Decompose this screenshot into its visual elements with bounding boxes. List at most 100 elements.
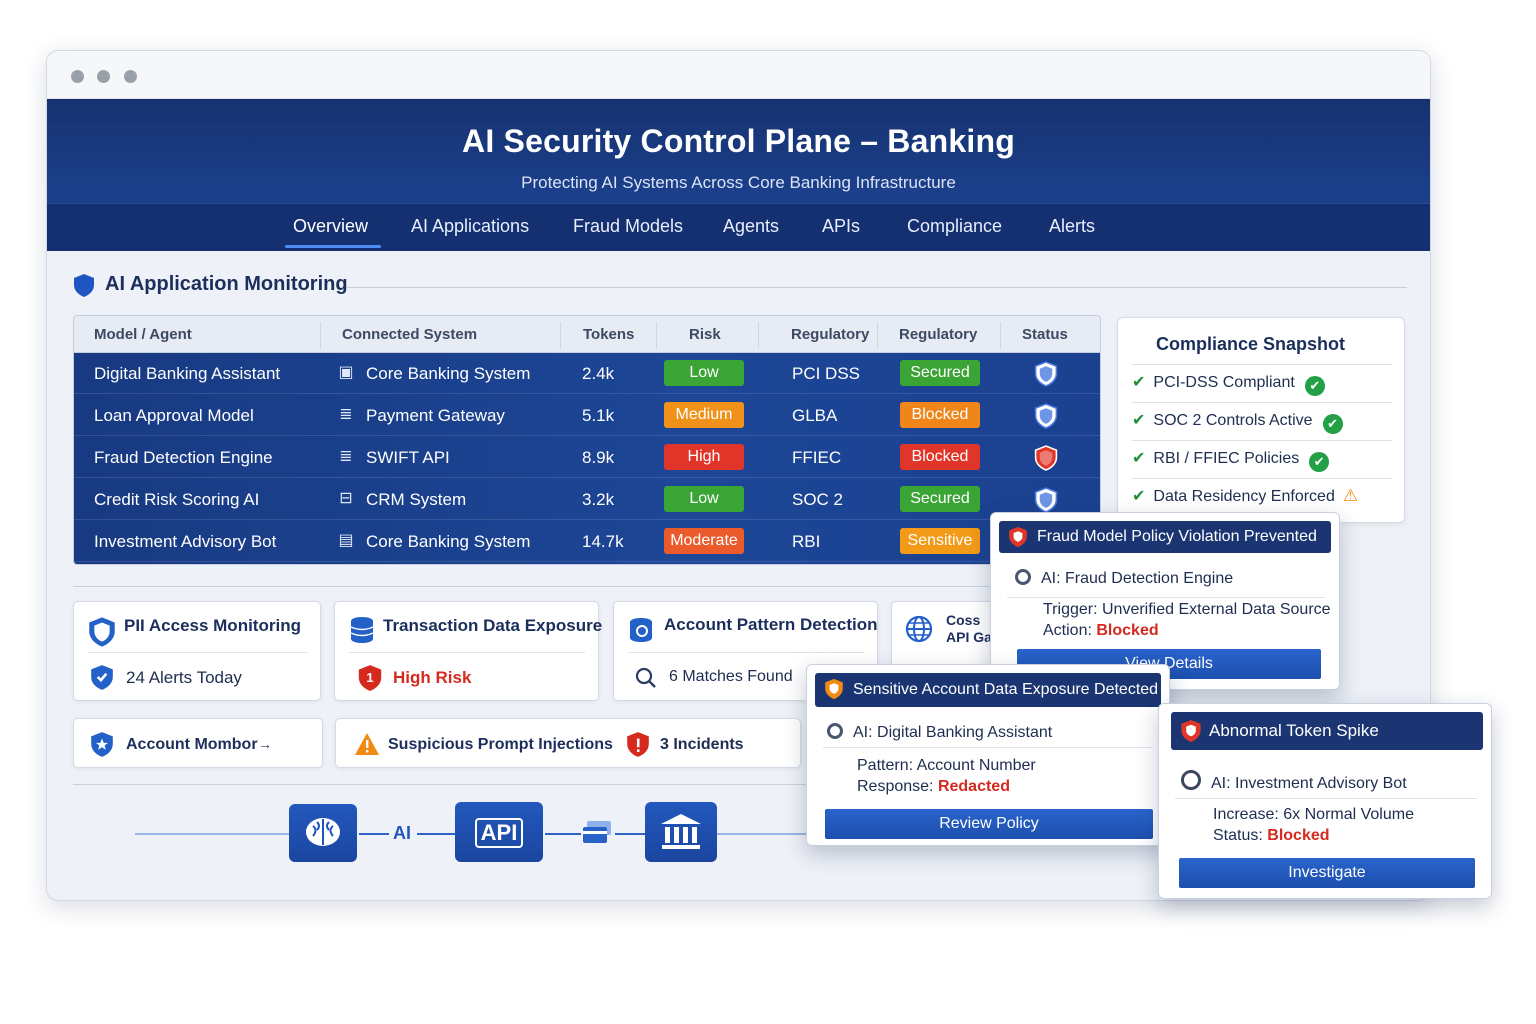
risk-badge: Low: [664, 360, 744, 386]
regulatory-status-badge: Blocked: [900, 402, 980, 428]
check-icon: ✔: [1132, 488, 1146, 505]
popup-ai-line: AI: Investment Advisory Bot: [1181, 770, 1407, 793]
table-row[interactable]: Investment Advisory Bot ▤ Core Banking Sys…: [74, 521, 1100, 562]
page-subtitle: Protecting AI Systems Across Core Bankin…: [521, 173, 956, 192]
token-count: 3.2k: [582, 490, 615, 509]
table-row[interactable]: Fraud Detection Engine ≣ SWIFT API 8.9k High…: [74, 437, 1100, 478]
flow-ai-label: AI: [393, 823, 411, 843]
ai-name: Investment Advisory Bot: [1235, 775, 1407, 792]
compliance-title: Compliance Snapshot: [1156, 334, 1346, 354]
window-close-dot[interactable]: [71, 70, 84, 83]
compliance-divider: [1132, 402, 1392, 403]
tab-overview[interactable]: Overview: [293, 216, 368, 237]
target-icon: [1181, 770, 1201, 790]
investigate-button[interactable]: Investigate: [1179, 858, 1475, 888]
transaction-exposure-card[interactable]: Transaction Data Exposure 1 High Risk: [334, 601, 603, 701]
shield-alert-icon[interactable]: [1034, 445, 1058, 471]
trigger-value: Unverified External Data Source: [1101, 601, 1331, 618]
ai-brain-node[interactable]: [289, 804, 357, 862]
col-status[interactable]: Status: [1022, 326, 1068, 343]
pii-access-card[interactable]: PII Access Monitoring 24 Alerts Today: [73, 601, 321, 701]
tab-fraud-models[interactable]: Fraud Models: [573, 216, 683, 237]
tab-ai-applications[interactable]: AI Applications: [411, 216, 529, 237]
popup-title: Sensitive Account Data Exposure Detected: [853, 681, 1159, 698]
prompt-card-value: 3 Incidents: [660, 736, 744, 753]
popup-pattern-line: Pattern: Account Number: [857, 757, 1036, 775]
transaction-card-title: Transaction Data Exposure: [383, 616, 603, 635]
token-count: 5.1k: [582, 406, 615, 425]
tab-agents[interactable]: Agents: [723, 216, 779, 237]
tab-apis[interactable]: APIs: [822, 216, 860, 237]
token-count: 14.7k: [582, 532, 624, 551]
regulatory-status-badge: Secured: [900, 486, 980, 512]
monitor-icon: ▣: [338, 364, 354, 381]
shield-check-icon: [91, 665, 113, 690]
regulatory-status-badge: Sensitive: [900, 528, 980, 554]
section-divider: [347, 287, 1407, 288]
popup-increase-line: Increase: 6x Normal Volume: [1213, 806, 1414, 824]
database-icon: ≣: [339, 448, 353, 465]
window-maximize-dot[interactable]: [124, 70, 137, 83]
target-icon: [1015, 569, 1031, 585]
connected-system: SWIFT API: [366, 448, 450, 467]
col-separator: [560, 322, 561, 348]
col-system[interactable]: Connected System: [342, 326, 477, 343]
pii-card-value: 24 Alerts Today: [126, 668, 242, 687]
tab-compliance[interactable]: Compliance: [907, 216, 1002, 237]
shield-check-icon[interactable]: [1034, 361, 1058, 387]
token-count: 2.4k: [582, 364, 615, 383]
increase-label: Increase:: [1213, 806, 1279, 823]
tab-alerts[interactable]: Alerts: [1049, 216, 1095, 237]
col-tokens[interactable]: Tokens: [583, 326, 634, 343]
flow-line: [717, 833, 809, 835]
pii-card-title: PII Access Monitoring: [124, 616, 301, 635]
col-regulatory[interactable]: Regulatory: [791, 326, 869, 343]
shield-alert-icon: [627, 732, 649, 757]
shield-icon: [89, 617, 115, 647]
active-tab-indicator: [285, 245, 381, 248]
table-row[interactable]: Credit Risk Scoring AI ⊟ CRM System 3.2k Low…: [74, 479, 1100, 520]
col-model[interactable]: Model / Agent: [94, 326, 192, 343]
popup-header: Abnormal Token Spike: [1171, 712, 1483, 750]
shield-alert-icon: [1009, 526, 1027, 548]
review-policy-button[interactable]: Review Policy: [825, 809, 1153, 839]
ai-prefix: AI:: [1211, 775, 1231, 792]
main-nav: Overview AI Applications Fraud Models Ag…: [47, 203, 1430, 251]
id-card-icon: ▤: [338, 532, 354, 549]
response-label: Response:: [857, 778, 934, 795]
page-title: AI Security Control Plane – Banking: [462, 123, 1015, 159]
app-header: AI Security Control Plane – Banking Prot…: [47, 99, 1430, 251]
prompt-injection-card[interactable]: Suspicious Prompt Injections 3 Incidents: [335, 718, 801, 768]
window-minimize-dot[interactable]: [97, 70, 110, 83]
risk-badge: Low: [664, 486, 744, 512]
bank-node[interactable]: [645, 802, 717, 862]
database-scan-icon: [630, 618, 652, 642]
response-value: Redacted: [937, 778, 1010, 795]
arrow-right-icon[interactable]: →: [258, 736, 272, 752]
monitoring-table: Model / Agent Connected System Tokens Ri…: [73, 315, 1101, 565]
sensitive-exposure-popup[interactable]: Sensitive Account Data Exposure Detected…: [806, 664, 1170, 846]
flow-arrow: [417, 833, 455, 835]
account-card-title: Account Mombor: [126, 736, 258, 753]
brain-icon: [306, 818, 340, 846]
status-value: Blocked: [1267, 827, 1330, 844]
shield-alert-icon: [1181, 719, 1201, 743]
risk-count-badge: 1: [366, 670, 374, 685]
table-row[interactable]: Digital Banking Assistant ▣ Core Banking S…: [74, 353, 1100, 394]
ai-name: Digital Banking Assistant: [877, 724, 1053, 741]
col-regulatory-status[interactable]: Regulatory: [899, 326, 977, 343]
api-node[interactable]: API: [455, 802, 543, 862]
pattern-card-value: 6 Matches Found: [669, 668, 793, 685]
ai-prefix: AI:: [1041, 570, 1061, 587]
shield-alert-icon: [825, 678, 843, 700]
col-risk[interactable]: Risk: [689, 326, 721, 343]
risk-badge: Medium: [664, 402, 744, 428]
shield-check-icon[interactable]: [1034, 487, 1058, 513]
status-label: Status:: [1213, 827, 1263, 844]
shield-check-icon[interactable]: [1034, 403, 1058, 429]
token-spike-popup[interactable]: Abnormal Token Spike AI: Investment Advi…: [1158, 703, 1492, 899]
compliance-label: Data Residency Enforced: [1153, 488, 1335, 505]
table-row[interactable]: Loan Approval Model ≣ Payment Gateway 5.1k M…: [74, 395, 1100, 436]
cross-card-title-line2: API Ga: [946, 629, 992, 645]
account-monitor-card[interactable]: Account Mombor →: [73, 718, 323, 768]
